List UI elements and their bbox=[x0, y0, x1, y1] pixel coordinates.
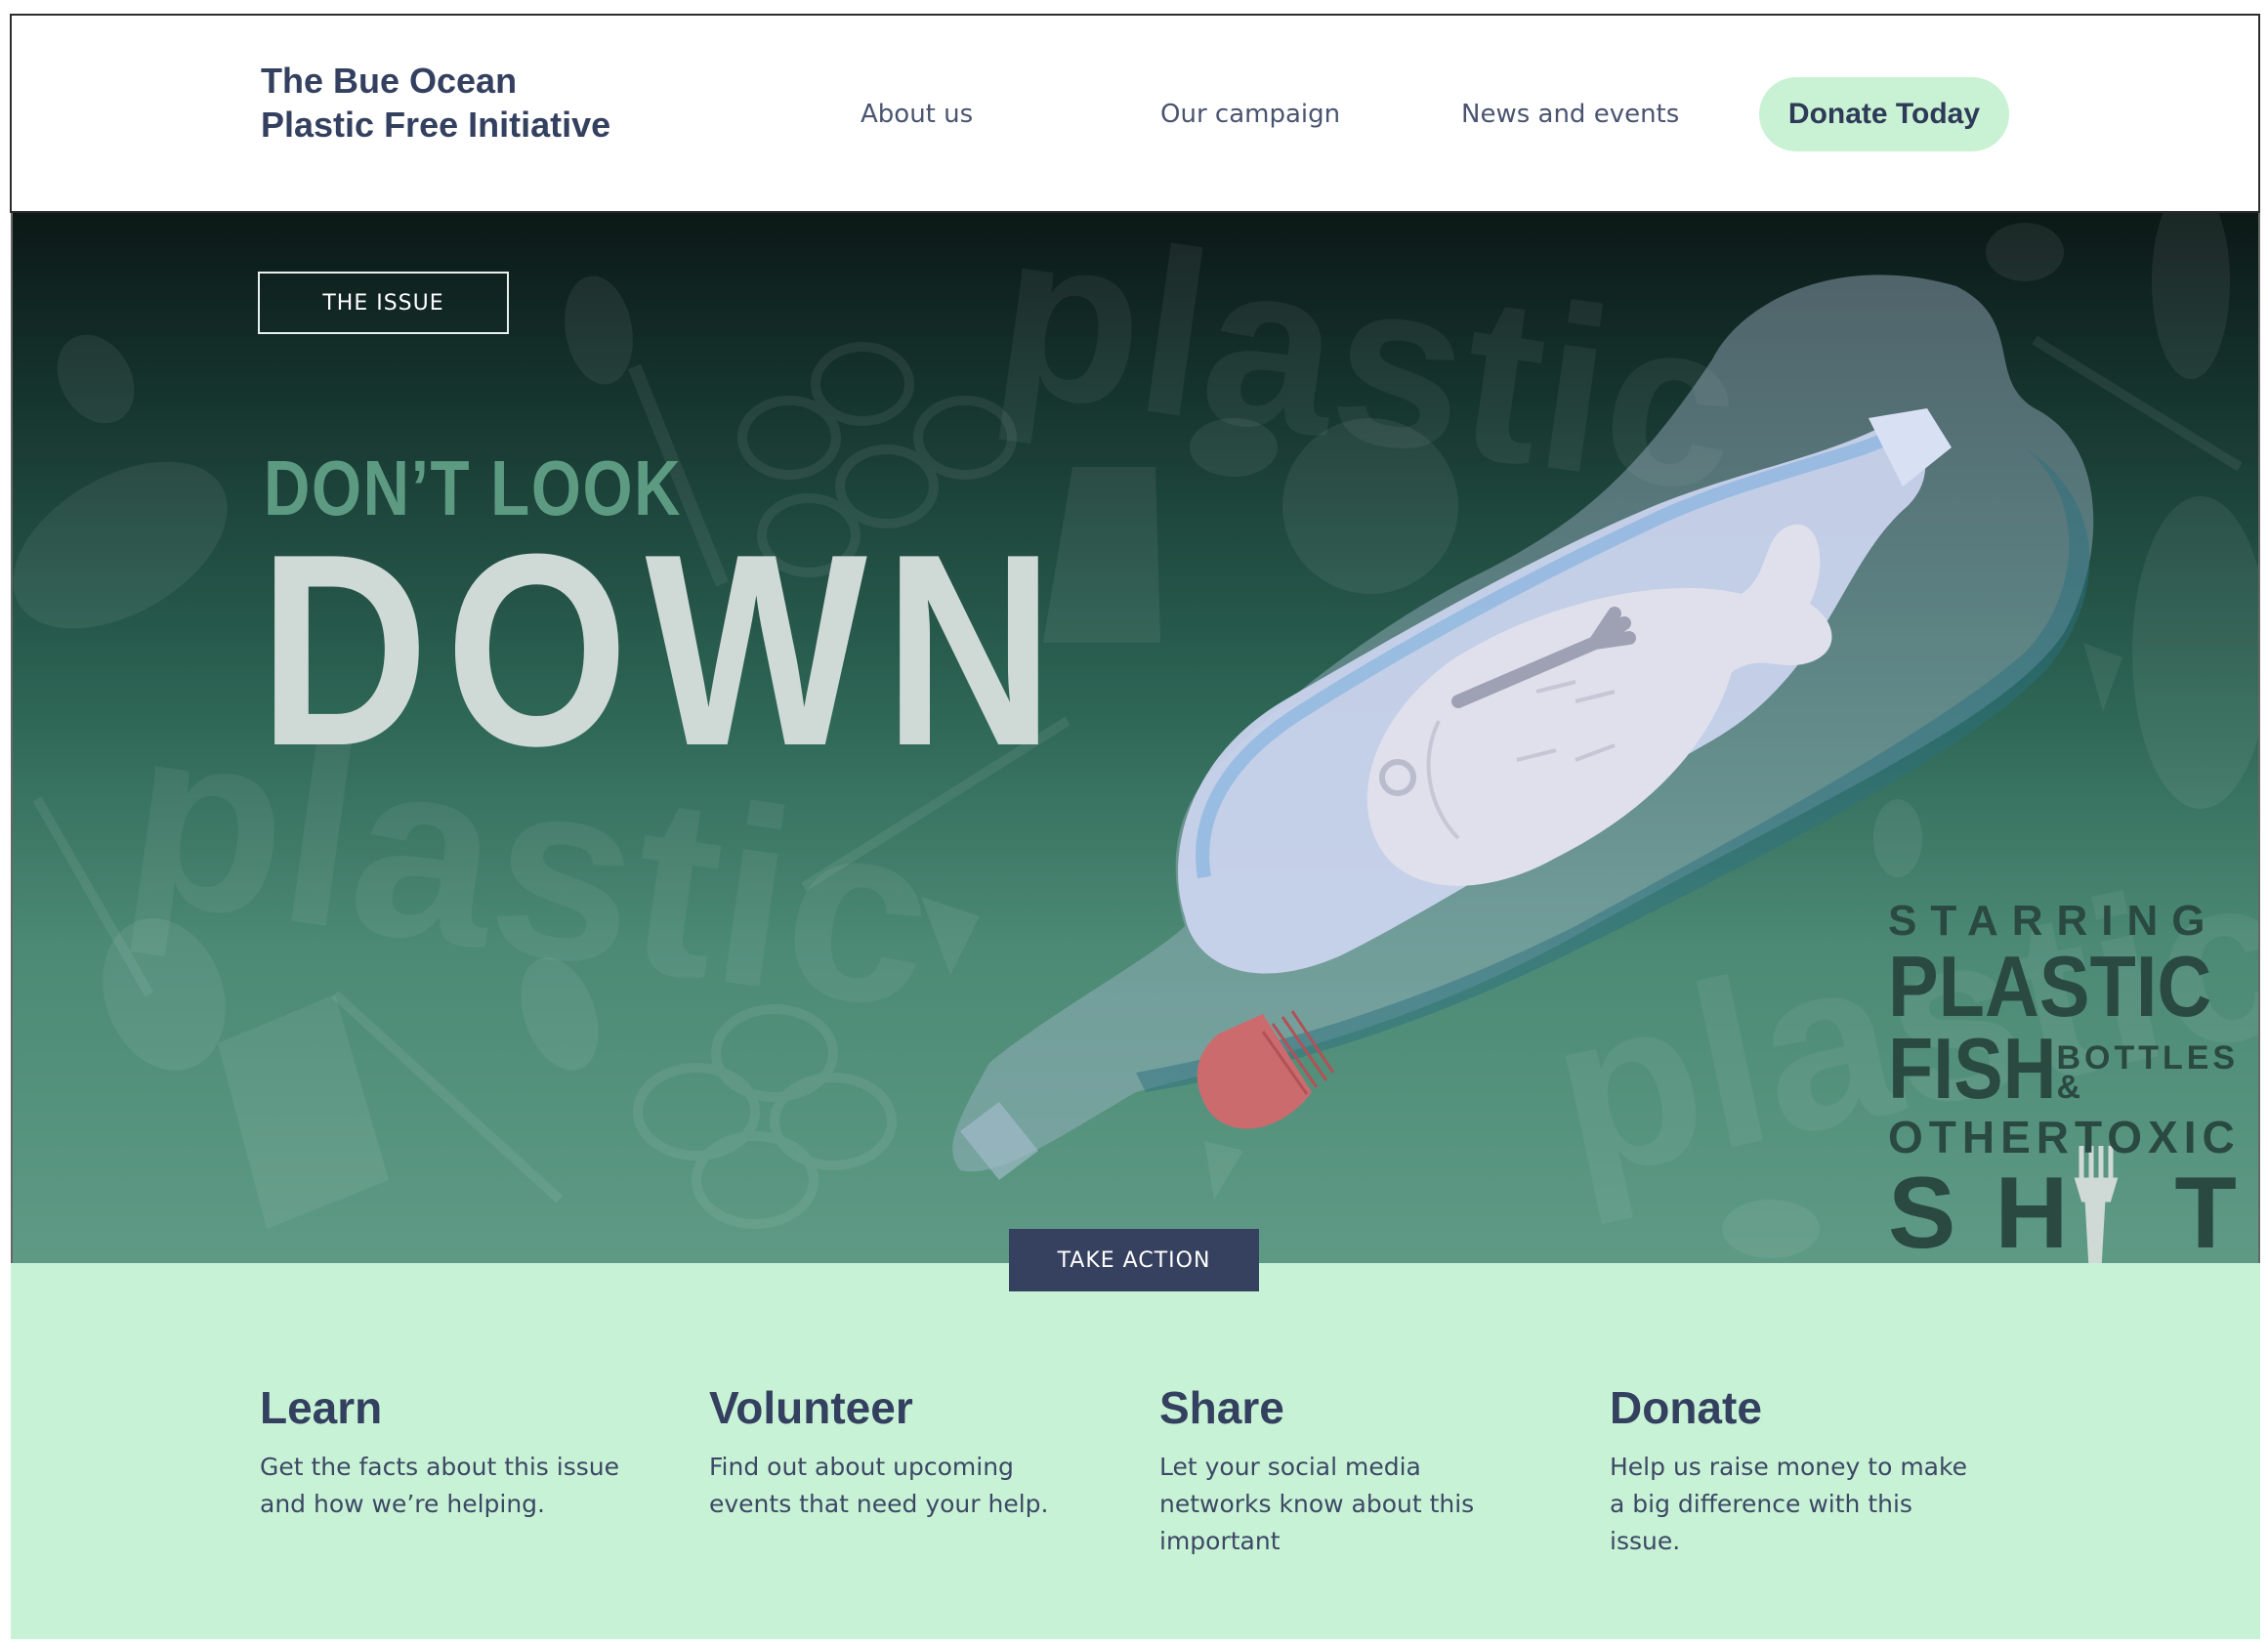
site-header: The Bue Ocean Plastic Free Initiative Ab… bbox=[10, 14, 2260, 213]
action-volunteer-text: Find out about upcoming events that need… bbox=[709, 1453, 1049, 1518]
poster-plastic: PLASTIC bbox=[1888, 938, 2212, 1035]
nav-link-news-and-events[interactable]: News and events bbox=[1461, 100, 1679, 129]
action-volunteer[interactable]: Volunteer Find out about upcoming events… bbox=[709, 1380, 1080, 1523]
debris-bottle-top-right bbox=[2152, 213, 2230, 379]
brand-logo-text[interactable]: The Bue Ocean Plastic Free Initiative bbox=[261, 59, 610, 147]
action-share-title: Share bbox=[1159, 1382, 1284, 1433]
six-pack-ring-1 bbox=[737, 396, 841, 480]
donate-today-button[interactable]: Donate Today bbox=[1759, 77, 2009, 151]
action-donate[interactable]: Donate Help us raise money to make a big… bbox=[1610, 1380, 1981, 1560]
action-share[interactable]: Share Let your social media networks kno… bbox=[1159, 1380, 1531, 1560]
debris-circle bbox=[1282, 418, 1458, 594]
action-learn-text: Get the facts about this issue and how w… bbox=[260, 1453, 619, 1518]
nav-link-our-campaign[interactable]: Our campaign bbox=[1160, 100, 1340, 129]
action-learn-title: Learn bbox=[260, 1382, 383, 1433]
poster-last-word: SH T bbox=[1888, 1157, 2260, 1263]
nav-link-about-us[interactable]: About us bbox=[861, 100, 973, 129]
action-donate-title: Donate bbox=[1610, 1382, 1762, 1433]
get-involved-section: Learn Get the facts about this issue and… bbox=[11, 1263, 2260, 1639]
debris-shard-3 bbox=[2083, 643, 2122, 711]
brand-line-2: Plastic Free Initiative bbox=[261, 105, 611, 145]
action-volunteer-title: Volunteer bbox=[709, 1382, 913, 1433]
debris-oval bbox=[57, 334, 135, 424]
six-pack-ring-2 bbox=[811, 342, 914, 426]
action-share-text: Let your social media networks know abou… bbox=[1159, 1453, 1475, 1555]
poster-fish-row: FISH BOTTLES & bbox=[1888, 1020, 2235, 1117]
debris-oval-5 bbox=[1986, 223, 2064, 281]
debris-bottle-right bbox=[2132, 496, 2258, 809]
the-issue-tag: THE ISSUE bbox=[258, 272, 509, 334]
debris-oval-4 bbox=[1873, 799, 1922, 877]
debris-shard bbox=[921, 897, 980, 975]
poster-ampersand: & bbox=[2056, 1069, 2085, 1106]
action-learn[interactable]: Learn Get the facts about this issue and… bbox=[260, 1380, 631, 1523]
hero-banner: plastic plastic plastic THE ISSUE DON’T … bbox=[11, 213, 2260, 1263]
poster-fish: FISH bbox=[1888, 1020, 2057, 1117]
debris-bottle-left bbox=[13, 461, 228, 629]
poster-credits: STARRING PLASTIC FISH BOTTLES & OTHERTOX… bbox=[1888, 897, 2260, 1263]
action-donate-text: Help us raise money to make a big differ… bbox=[1610, 1453, 1967, 1555]
debris-spoon bbox=[565, 275, 633, 385]
take-action-button[interactable]: TAKE ACTION bbox=[1009, 1229, 1259, 1291]
debris-oval-6 bbox=[1722, 1200, 1820, 1258]
debris-cup-bottom bbox=[218, 994, 389, 1229]
six-pack-ring-8 bbox=[692, 1131, 819, 1229]
six-pack-ring-9 bbox=[770, 1073, 897, 1170]
hero-headline-big: DOWN bbox=[259, 498, 1071, 803]
brand-line-1: The Bue Ocean bbox=[261, 61, 518, 101]
debris-shard-2 bbox=[1204, 1141, 1243, 1200]
poster-bottles-stack: BOTTLES & bbox=[2056, 1041, 2239, 1106]
debris-oval-2 bbox=[1190, 418, 1278, 477]
